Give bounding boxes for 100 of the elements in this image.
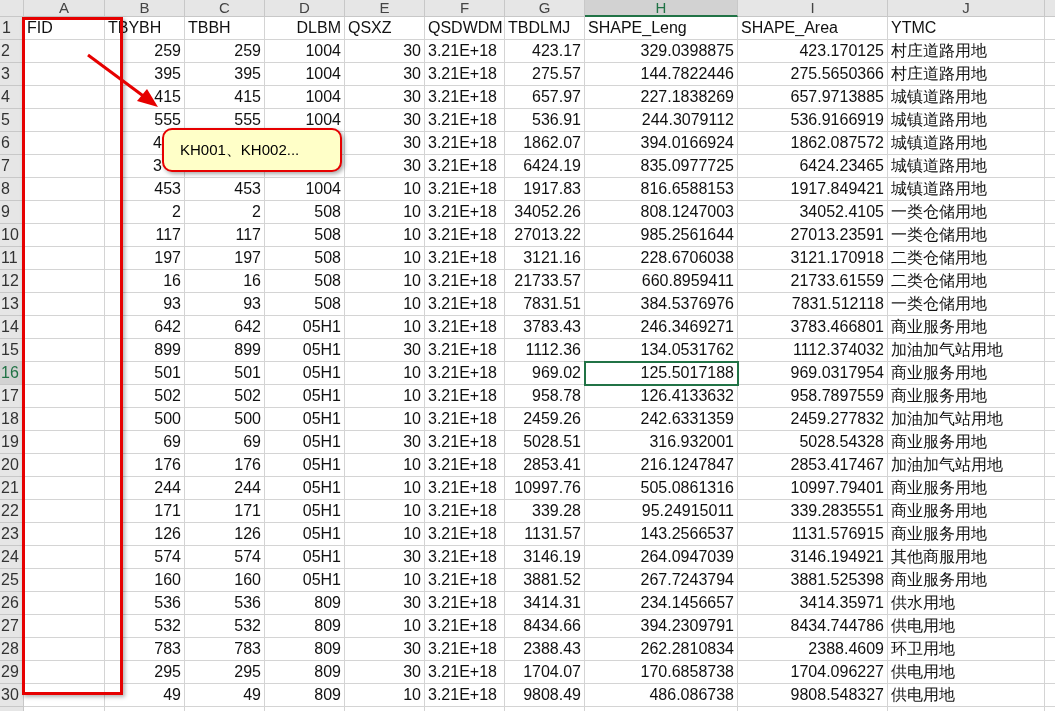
table-cell[interactable]: 262.2810834 <box>585 638 738 661</box>
table-cell[interactable]: 3414.31 <box>505 592 585 615</box>
table-cell[interactable]: 一类仓储用地 <box>888 201 1045 224</box>
table-cell[interactable]: 126 <box>185 523 265 546</box>
table-cell[interactable]: 供电用地 <box>888 684 1045 707</box>
row-header[interactable]: 27 <box>0 615 24 638</box>
table-cell[interactable]: 295 <box>185 661 265 684</box>
table-cell[interactable]: 453 <box>185 178 265 201</box>
table-cell[interactable]: 228.6706038 <box>585 247 738 270</box>
row-header[interactable]: 24 <box>0 546 24 569</box>
table-cell[interactable]: 3.21E+18 <box>425 155 505 178</box>
table-cell[interactable]: TBDLMJ <box>505 17 585 40</box>
table-cell[interactable]: 642 <box>105 316 185 339</box>
table-cell[interactable]: 30 <box>345 638 425 661</box>
table-cell[interactable]: 34052.26 <box>505 201 585 224</box>
table-cell[interactable] <box>24 408 105 431</box>
table-cell[interactable]: 9808.548327 <box>738 684 888 707</box>
table-cell[interactable]: 3.21E+18 <box>425 132 505 155</box>
table-cell[interactable]: 160 <box>105 569 185 592</box>
table-cell[interactable]: 一类仓储用地 <box>888 224 1045 247</box>
row-header[interactable]: 9 <box>0 201 24 224</box>
row-header[interactable]: 14 <box>0 316 24 339</box>
table-cell[interactable]: 10 <box>345 362 425 385</box>
table-cell[interactable]: 3.21E+18 <box>425 63 505 86</box>
table-cell[interactable]: 3.21E+18 <box>425 385 505 408</box>
table-cell[interactable] <box>24 316 105 339</box>
table-cell[interactable]: 227.1838269 <box>585 86 738 109</box>
table-cell[interactable]: 3.21E+18 <box>425 316 505 339</box>
table-cell[interactable]: 3.21E+18 <box>425 339 505 362</box>
column-header[interactable]: C <box>185 0 265 17</box>
table-cell[interactable]: 6424.23465 <box>738 155 888 178</box>
table-cell[interactable]: 3.21E+18 <box>425 454 505 477</box>
table-cell[interactable]: 93 <box>105 293 185 316</box>
table-cell[interactable]: 10997.76 <box>505 477 585 500</box>
table-cell[interactable]: 30 <box>345 339 425 362</box>
table-cell[interactable]: 259 <box>185 40 265 63</box>
table-cell[interactable] <box>24 615 105 638</box>
table-cell[interactable]: 34052.4105 <box>738 201 888 224</box>
table-cell[interactable]: 10997.79401 <box>738 477 888 500</box>
table-cell[interactable]: 536 <box>185 592 265 615</box>
table-cell[interactable]: 16 <box>185 270 265 293</box>
table-cell[interactable]: 242.6331359 <box>585 408 738 431</box>
table-cell[interactable]: 10 <box>345 523 425 546</box>
table-cell[interactable]: 316.932001 <box>585 431 738 454</box>
table-cell[interactable]: 30 <box>345 109 425 132</box>
table-cell[interactable]: 295 <box>105 661 185 684</box>
table-cell[interactable]: 808.1247003 <box>585 201 738 224</box>
table-cell[interactable]: 7831.512118 <box>738 293 888 316</box>
table-cell[interactable]: 1004 <box>265 63 345 86</box>
table-cell[interactable]: 117 <box>105 224 185 247</box>
table-cell[interactable]: 城镇道路用地 <box>888 132 1045 155</box>
table-cell[interactable]: 502 <box>105 385 185 408</box>
table-cell[interactable] <box>24 523 105 546</box>
row-header[interactable]: 6 <box>0 132 24 155</box>
table-cell[interactable]: 536.91 <box>505 109 585 132</box>
table-cell[interactable]: 环卫用地 <box>888 638 1045 661</box>
table-cell[interactable]: 1004 <box>265 40 345 63</box>
table-cell[interactable]: 05H1 <box>265 339 345 362</box>
table-cell[interactable]: 加油加气站用地 <box>888 408 1045 431</box>
table-cell[interactable]: 969.02 <box>505 362 585 385</box>
table-cell[interactable]: 809 <box>265 615 345 638</box>
table-cell[interactable]: 05H1 <box>265 408 345 431</box>
table-cell[interactable]: 6424.19 <box>505 155 585 178</box>
table-cell[interactable] <box>24 63 105 86</box>
table-cell[interactable]: 502 <box>185 385 265 408</box>
table-cell[interactable]: 05H1 <box>265 385 345 408</box>
table-cell[interactable] <box>24 293 105 316</box>
table-cell[interactable] <box>24 224 105 247</box>
table-cell[interactable] <box>24 201 105 224</box>
table-cell[interactable] <box>24 86 105 109</box>
table-cell[interactable] <box>24 500 105 523</box>
table-cell[interactable]: 501 <box>105 362 185 385</box>
table-cell[interactable]: 170.6858738 <box>585 661 738 684</box>
table-cell[interactable] <box>24 569 105 592</box>
table-cell[interactable]: 2853.41 <box>505 454 585 477</box>
row-header[interactable]: 16 <box>0 362 24 385</box>
table-cell[interactable]: DLBM <box>265 17 345 40</box>
table-cell[interactable]: 2388.43 <box>505 638 585 661</box>
table-cell[interactable]: 商业服务用地 <box>888 569 1045 592</box>
table-cell[interactable] <box>24 546 105 569</box>
table-cell[interactable]: 05H1 <box>265 431 345 454</box>
table-cell[interactable]: 10 <box>345 224 425 247</box>
column-header[interactable]: G <box>505 0 585 17</box>
table-cell[interactable]: 10 <box>345 569 425 592</box>
table-cell[interactable]: 3881.525398 <box>738 569 888 592</box>
table-cell[interactable]: 536.9166919 <box>738 109 888 132</box>
row-header[interactable]: 29 <box>0 661 24 684</box>
table-cell[interactable]: 3881.52 <box>505 569 585 592</box>
table-cell[interactable]: 1131.57 <box>505 523 585 546</box>
table-cell[interactable]: 27013.23591 <box>738 224 888 247</box>
table-cell[interactable] <box>24 385 105 408</box>
table-cell[interactable]: 30 <box>345 431 425 454</box>
table-cell[interactable] <box>24 638 105 661</box>
table-cell[interactable]: 508 <box>265 270 345 293</box>
table-cell[interactable]: 339.28 <box>505 500 585 523</box>
row-header[interactable]: 26 <box>0 592 24 615</box>
table-cell[interactable]: 244.3079112 <box>585 109 738 132</box>
table-cell[interactable]: 7831.51 <box>505 293 585 316</box>
row-header[interactable]: 19 <box>0 431 24 454</box>
table-cell[interactable]: 500 <box>105 408 185 431</box>
